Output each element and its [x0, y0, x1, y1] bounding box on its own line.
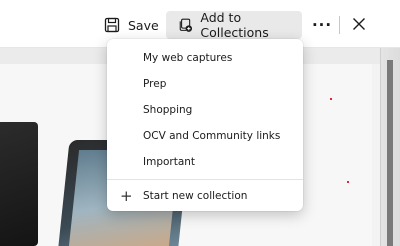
menu-item-label: Shopping [143, 104, 193, 116]
menu-item-label: Important [143, 156, 196, 168]
scrollbar[interactable] [387, 60, 393, 246]
add-to-collections-button[interactable]: Add to Collections [166, 10, 302, 40]
menu-item-shopping[interactable]: Shopping [107, 97, 303, 123]
collections-dropdown-menu: My web captures Prep Shopping OCV and Co… [107, 39, 303, 211]
menu-item-label: My web captures [143, 52, 233, 64]
more-options-button[interactable]: ··· [311, 13, 333, 37]
collections-add-icon [179, 18, 193, 32]
close-icon [353, 18, 365, 30]
more-icon: ··· [311, 16, 333, 34]
toolbar-divider [339, 16, 340, 34]
menu-item-important[interactable]: Important [107, 149, 303, 175]
page-dot [330, 98, 332, 100]
menu-item-prep[interactable]: Prep [107, 71, 303, 97]
start-new-collection-label: Start new collection [143, 190, 248, 202]
save-label: Save [128, 17, 159, 33]
menu-item-label: OCV and Community links [143, 130, 281, 142]
close-button[interactable] [349, 14, 369, 34]
menu-item-my-web-captures[interactable]: My web captures [107, 45, 303, 71]
plus-icon: + [120, 187, 133, 205]
product-image-tablet [0, 122, 38, 246]
menu-item-ocv-and-community-links[interactable]: OCV and Community links [107, 123, 303, 149]
start-new-collection-button[interactable]: + Start new collection [107, 183, 303, 209]
page-dot [347, 181, 349, 183]
menu-item-label: Prep [143, 78, 167, 90]
menu-separator [107, 179, 303, 180]
save-icon [104, 17, 120, 33]
add-to-collections-label: Add to Collections [200, 10, 269, 40]
save-button[interactable]: Save [104, 12, 159, 38]
